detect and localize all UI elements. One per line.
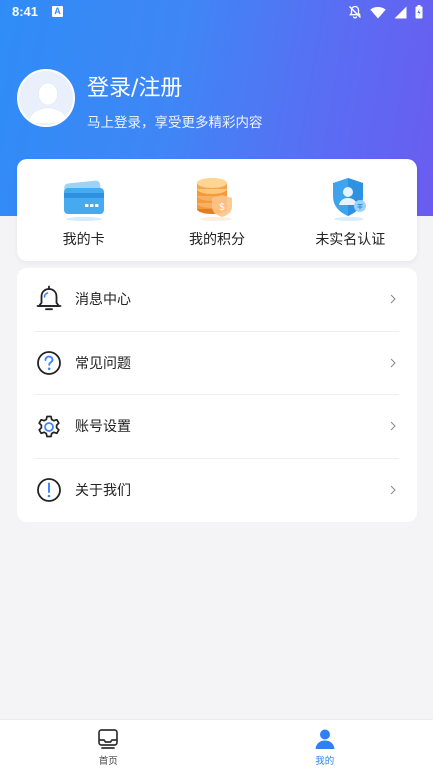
home-tray-icon (98, 729, 119, 749)
question-icon (37, 350, 61, 375)
quick-action-my-card[interactable]: 我的卡 (17, 159, 150, 261)
profile-page: 8:41 A 登录/注册 马上登录，享受更多精彩内容 我的卡 $ 我的积分 未实… (0, 0, 433, 769)
chevron-right-icon (390, 358, 396, 368)
menu-item-about-us[interactable]: 关于我们 (35, 459, 399, 523)
wifi-icon (370, 6, 386, 18)
menu-item-label: 消息中心 (75, 292, 131, 309)
menu-item-account-settings[interactable]: 账号设置 (35, 395, 399, 459)
avatar[interactable] (17, 69, 75, 127)
quick-action-label: 我的卡 (62, 232, 105, 248)
quick-action-label: 我的积分 (188, 232, 245, 248)
chevron-right-icon (390, 294, 396, 304)
status-bar: 8:41 A (0, 0, 433, 24)
status-icons (348, 4, 423, 20)
menu-item-label: 账号设置 (75, 419, 131, 436)
chevron-right-icon (390, 421, 396, 431)
signal-icon (394, 6, 407, 18)
menu-item-faq[interactable]: 常见问题 (35, 332, 399, 395)
login-register-link[interactable]: 登录/注册 (87, 70, 182, 102)
verify-shield-icon (333, 178, 367, 221)
quick-actions-card: 我的卡 $ 我的积分 未实名认证 (17, 159, 417, 261)
bottom-navigation: 首页 我的 (0, 719, 433, 769)
quick-action-my-points[interactable]: $ 我的积分 (150, 159, 283, 261)
bell-icon (36, 285, 62, 311)
card-icon (63, 180, 104, 221)
tab-home[interactable]: 首页 (0, 720, 217, 769)
login-subtitle: 马上登录，享受更多精彩内容 (87, 115, 263, 131)
notification-a-icon: A (52, 6, 63, 17)
menu-item-messages[interactable]: 消息中心 (35, 268, 399, 332)
quick-action-label: 未实名认证 (315, 232, 386, 248)
chevron-right-icon (390, 485, 396, 495)
info-icon (37, 478, 61, 503)
gear-icon (38, 415, 60, 438)
coins-icon: $ (196, 178, 232, 221)
tab-mine[interactable]: 我的 (217, 720, 433, 769)
user-icon (315, 729, 335, 749)
tab-label: 首页 (98, 756, 118, 767)
menu-item-label: 关于我们 (75, 483, 131, 500)
tab-label: 我的 (315, 756, 335, 767)
svg-text:$: $ (219, 202, 225, 213)
menu-list: 消息中心 常见问题 账号设置 关于我们 (17, 268, 417, 522)
status-time: 8:41 (12, 4, 39, 19)
battery-icon (415, 5, 423, 19)
quick-action-verification[interactable]: 未实名认证 (284, 159, 417, 261)
default-avatar-icon (19, 71, 73, 125)
bell-off-icon (349, 5, 361, 19)
menu-item-label: 常见问题 (75, 355, 131, 372)
